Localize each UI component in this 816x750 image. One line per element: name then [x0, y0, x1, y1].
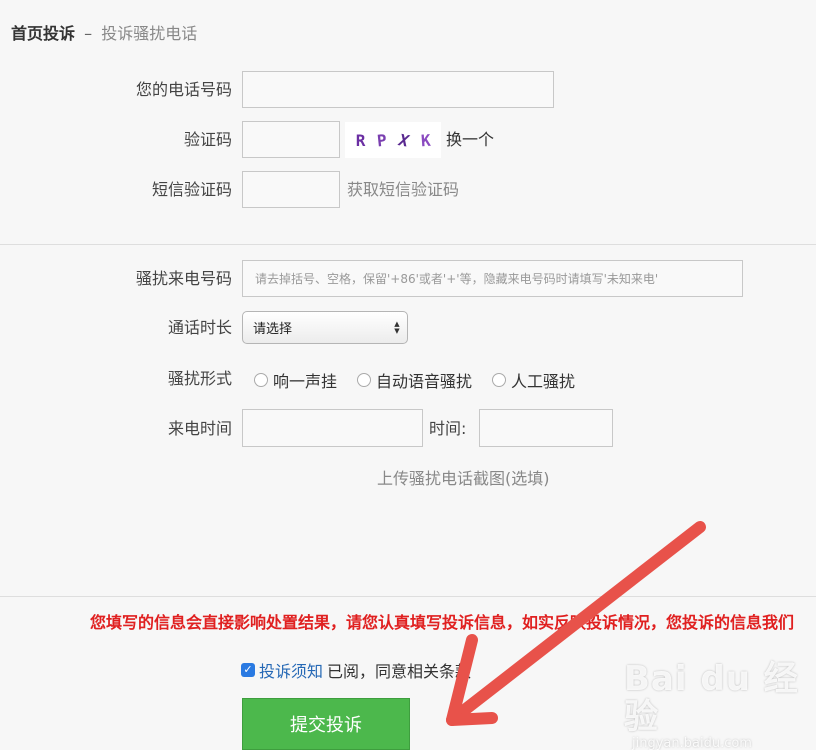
captcha-char: K [419, 130, 431, 150]
duration-label: 通话时长 [167, 318, 232, 337]
time-label: 时间: [429, 419, 467, 438]
radio-circle-icon[interactable] [254, 373, 268, 387]
phone-input[interactable] [242, 71, 554, 108]
call-date-input[interactable] [242, 409, 423, 447]
breadcrumb-separator: – [84, 24, 93, 43]
get-sms-code-link[interactable]: 获取短信验证码 [347, 180, 459, 200]
captcha-char: R [355, 130, 366, 150]
footer-divider [0, 596, 816, 597]
phone-label: 您的电话号码 [135, 80, 232, 99]
submit-complaint-button[interactable]: 提交投诉 [242, 698, 410, 750]
watermark-url: jingyan.baidu.com [632, 736, 752, 750]
radio-label: 响一声挂 [273, 372, 338, 391]
radio-option-auto-voice[interactable]: 自动语音骚扰 [357, 368, 472, 392]
harass-number-input[interactable]: 请去掉括号、空格，保留'+86'或者'+'等，隐藏来电号码时请填写'未知来电' [242, 260, 743, 297]
call-date-label: 来电时间 [167, 419, 232, 438]
select-arrows-icon: ▲ ▼ [394, 319, 400, 335]
baidu-watermark: Bai du 经验 jingyan.baidu.com [624, 660, 816, 750]
harass-type-label: 骚扰形式 [167, 369, 232, 388]
duration-select[interactable]: 请选择 ▲ ▼ [242, 311, 408, 344]
upload-screenshot-link[interactable]: 上传骚扰电话截图(选填) [377, 469, 550, 489]
breadcrumb: 首页投诉 – 投诉骚扰电话 [11, 24, 197, 44]
agree-text: 已阅，同意相关条款 [327, 662, 472, 681]
radio-label: 自动语音骚扰 [376, 372, 473, 391]
radio-option-human[interactable]: 人工骚扰 [492, 368, 575, 392]
agree-checkbox[interactable]: ✓ [241, 663, 255, 677]
section-divider [0, 244, 816, 245]
captcha-label: 验证码 [183, 130, 232, 149]
agreement-row: ✓ 投诉须知 已阅，同意相关条款 [241, 658, 471, 682]
radio-circle-icon[interactable] [357, 373, 372, 387]
complaint-notice-link[interactable]: 投诉须知 [259, 658, 323, 682]
sms-code-input[interactable] [242, 171, 340, 208]
captcha-input[interactable] [242, 121, 340, 158]
captcha-image[interactable]: R P X K [345, 122, 441, 158]
radio-option-ring-once[interactable]: 响一声挂 [254, 368, 337, 392]
harass-number-label: 骚扰来电号码 [135, 269, 232, 288]
sms-label: 短信验证码 [151, 180, 232, 199]
captcha-char: X [395, 130, 412, 150]
breadcrumb-home[interactable]: 首页投诉 [11, 24, 75, 43]
warning-text: 您填写的信息会直接影响处置结果，请您认真填写投诉信息，如实反映投诉情况，您投诉的… [90, 613, 795, 632]
harass-type-radio-group: 响一声挂 自动语音骚扰 人工骚扰 [254, 368, 595, 392]
captcha-refresh-link[interactable]: 换一个 [446, 130, 494, 150]
radio-label: 人工骚扰 [511, 372, 576, 391]
call-time-input[interactable] [479, 409, 613, 447]
duration-selected-value: 请选择 [253, 322, 293, 337]
watermark-brand: Bai du 经验 [624, 659, 799, 737]
captcha-char: P [376, 130, 388, 150]
breadcrumb-current: 投诉骚扰电话 [101, 24, 198, 43]
radio-circle-icon[interactable] [492, 373, 507, 387]
